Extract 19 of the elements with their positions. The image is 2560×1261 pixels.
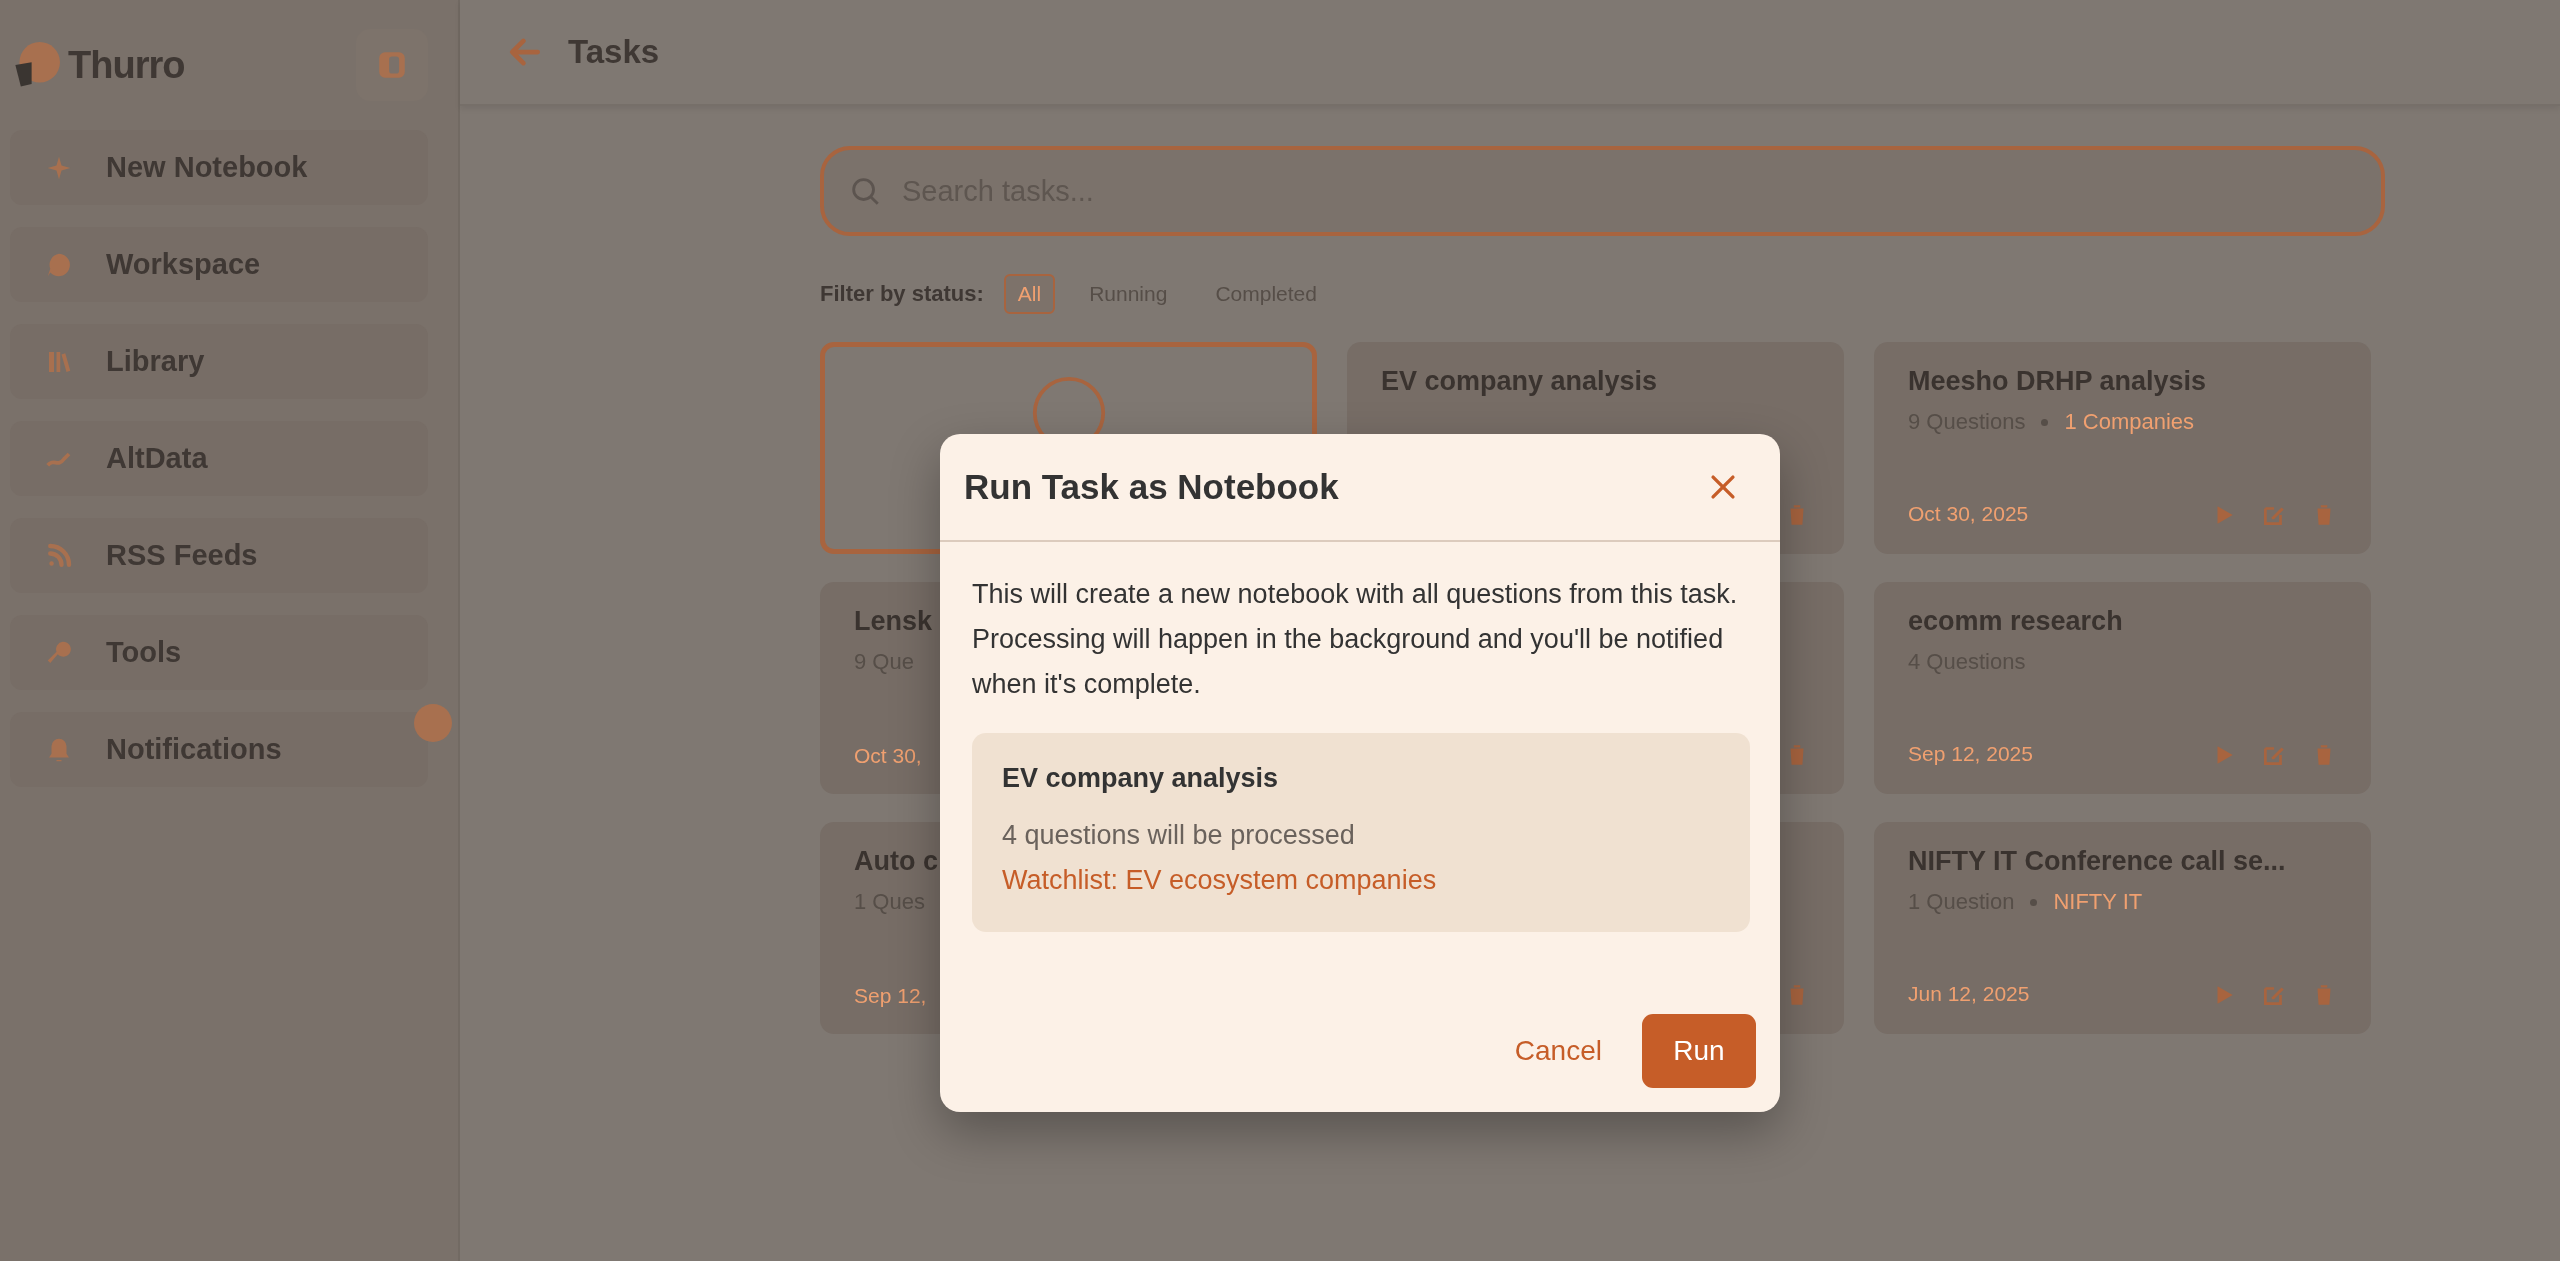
task-date: Jun 12, 2025 bbox=[1908, 982, 2030, 1006]
watchlist-label: Watchlist: EV ecosystem companies bbox=[1002, 865, 1438, 896]
task-date: Sep 12, bbox=[854, 984, 927, 1008]
brand-name: Thurro bbox=[68, 43, 185, 87]
task-title: Meesho DRHP analysis bbox=[1908, 366, 2207, 397]
task-title: ecomm research bbox=[1908, 606, 2123, 637]
task-date: Sep 12, 2025 bbox=[1908, 742, 2033, 766]
task-date: Oct 30, 2025 bbox=[1908, 502, 2029, 526]
dialog-title: Run Task as Notebook bbox=[964, 467, 1339, 507]
task-title: NIFTY IT Conference call se... bbox=[1908, 846, 2286, 877]
page-title: Tasks bbox=[568, 33, 660, 71]
filter-label: Filter by status: bbox=[820, 281, 984, 307]
task-date: Oct 30, bbox=[854, 744, 922, 768]
task-title: Auto c bbox=[854, 846, 938, 877]
dialog-message: This will create a new notebook with all questions from this task. Processing will happen in the background and you'll be notified when it's complete. bbox=[972, 578, 1739, 701]
task-title: Lensk bbox=[854, 606, 933, 637]
task-name: EV company analysis bbox=[1002, 763, 1280, 794]
task-title: EV company analysis bbox=[1381, 366, 1658, 397]
question-count: 4 questions will be processed bbox=[1002, 820, 1356, 851]
